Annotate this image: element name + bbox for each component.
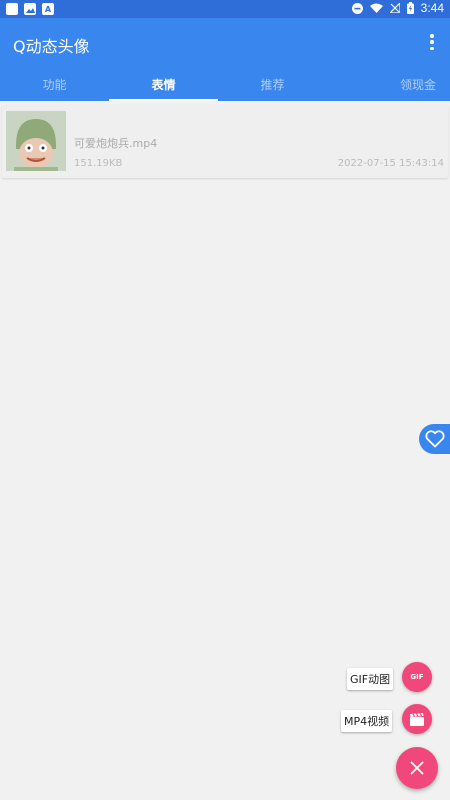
notification-icons: A: [6, 3, 54, 15]
no-signal-icon: [389, 3, 400, 13]
square-icon: [6, 3, 18, 15]
fab-close-button[interactable]: [396, 747, 438, 789]
list-item[interactable]: 可爱炮炮兵.mp4 151.19KB 2022-07-15 15:43:14: [2, 105, 448, 178]
file-name: 可爱炮炮兵.mp4: [74, 137, 158, 150]
heart-icon: [425, 430, 445, 448]
clapperboard-icon: [410, 712, 424, 726]
clock: 3:44: [420, 1, 444, 15]
tab-recommend[interactable]: 推荐: [218, 67, 327, 101]
mp4-label[interactable]: MP4视频: [341, 710, 393, 732]
status-bar: A 3:44: [0, 0, 450, 18]
close-icon: [410, 761, 424, 775]
more-vert-icon[interactable]: [428, 34, 436, 50]
tab-cash[interactable]: 领现金: [327, 67, 450, 101]
file-size: 151.19KB: [74, 158, 123, 169]
gif-label[interactable]: GIF动图: [347, 668, 394, 690]
dnd-icon: [351, 2, 363, 14]
file-date: 2022-07-15 15:43:14: [337, 158, 444, 169]
app-title: Q动态头像: [13, 37, 90, 56]
gif-button[interactable]: GIF: [402, 662, 432, 692]
tab-bar: 功能 表情 推荐 领现金: [0, 67, 450, 101]
a-icon: A: [42, 3, 54, 15]
tab-features[interactable]: 功能: [0, 67, 109, 101]
gif-icon: GIF: [410, 673, 424, 681]
app-bar: Q动态头像 功能 表情 推荐 领现金: [0, 18, 450, 101]
battery-icon: [406, 2, 414, 14]
mp4-button[interactable]: [402, 704, 432, 734]
wifi-icon: [369, 3, 383, 13]
system-icons: 3:44: [351, 1, 444, 15]
image-icon: [24, 3, 36, 15]
video-thumbnail: [6, 111, 66, 171]
tab-emoji[interactable]: 表情: [109, 67, 218, 101]
favorite-button[interactable]: [419, 424, 450, 454]
